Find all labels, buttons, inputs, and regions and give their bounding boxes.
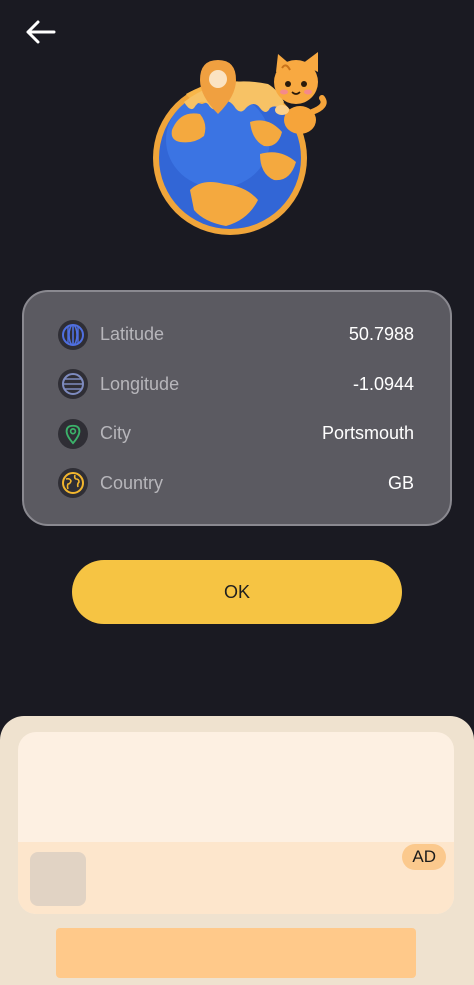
longitude-globe-icon xyxy=(58,369,88,400)
ok-button[interactable]: OK xyxy=(72,560,402,624)
back-button[interactable] xyxy=(18,14,62,50)
ad-banner[interactable]: AD xyxy=(0,716,474,985)
city-label: City xyxy=(100,423,131,444)
globe-cat-illustration xyxy=(153,52,327,235)
info-row-country: Country GB xyxy=(58,459,414,509)
info-row-city: City Portsmouth xyxy=(58,409,414,459)
city-value: Portsmouth xyxy=(321,423,414,444)
location-result-screen: Latitude 50.7988 Longitude -1.0944 City … xyxy=(0,0,474,985)
map-pin-icon xyxy=(58,418,88,449)
longitude-label: Longitude xyxy=(100,373,180,394)
latitude-value: 50.7988 xyxy=(348,324,414,345)
ad-badge: AD xyxy=(402,844,446,870)
arrow-left-icon xyxy=(26,20,56,44)
info-row-longitude: Longitude -1.0944 xyxy=(58,360,414,410)
location-info-card: Latitude 50.7988 Longitude -1.0944 City … xyxy=(22,290,452,526)
longitude-value: -1.0944 xyxy=(352,373,414,394)
ad-cta-button[interactable] xyxy=(56,928,416,978)
latitude-label: Latitude xyxy=(100,324,165,345)
country-label: Country xyxy=(100,472,164,493)
earth-icon xyxy=(58,468,88,499)
ad-content-area[interactable]: AD xyxy=(18,732,454,914)
info-row-latitude: Latitude 50.7988 xyxy=(58,310,414,360)
country-value: GB xyxy=(387,472,414,493)
ad-thumbnail[interactable] xyxy=(30,852,86,906)
latitude-globe-icon xyxy=(58,319,88,350)
